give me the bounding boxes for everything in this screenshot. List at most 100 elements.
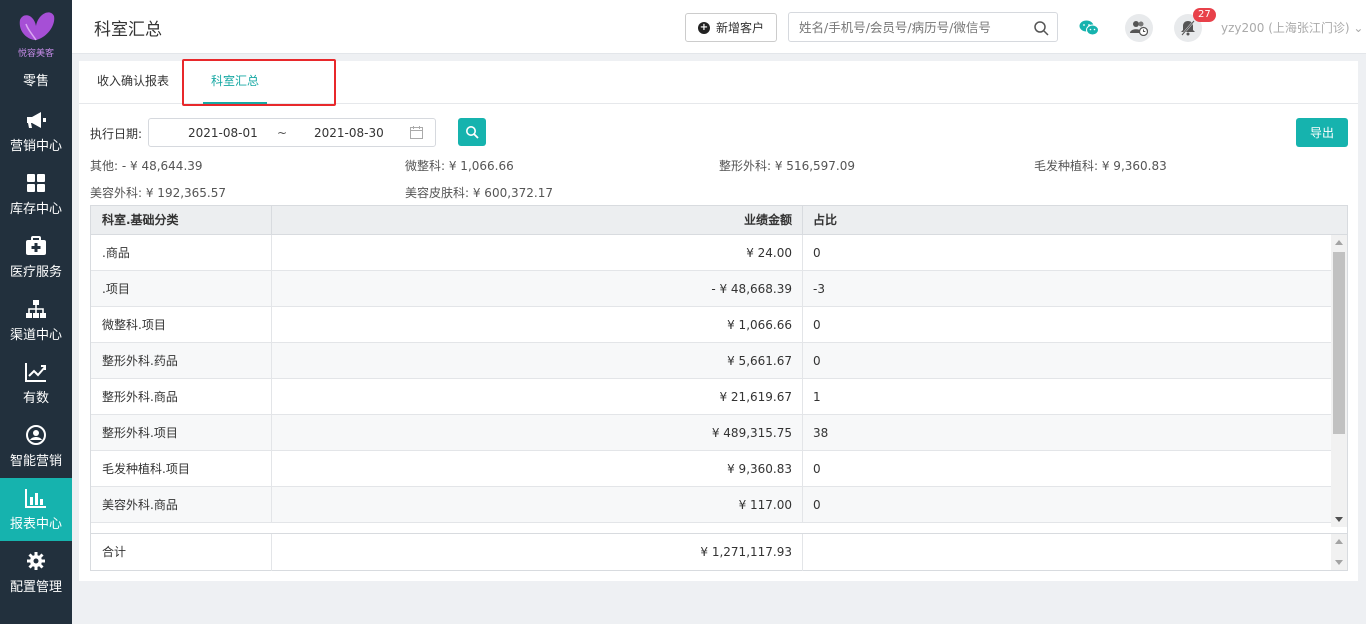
summary-other: 其他: - ¥ 48,644.39 — [90, 159, 203, 173]
summary-plastic: 整形外科: ¥ 516,597.09 — [719, 159, 856, 173]
cell-category: 毛发种植科.项目 — [102, 462, 190, 476]
end-date[interactable]: 2021-08-30 — [314, 126, 384, 140]
start-date[interactable]: 2021-08-01 — [188, 126, 258, 140]
sidebar: 悦容美客 零售 营销中心 库存中心 医疗服务 渠道中心 有数 智能营销 报表中心… — [0, 0, 72, 624]
sidebar-item-smart-marketing[interactable]: 智能营销 — [0, 415, 72, 478]
tab-bar: 收入确认报表 科室汇总 — [79, 59, 1358, 106]
table-body: .商品 ¥ 24.00 0 .项目 - ¥ 48,668.39 -3 微整科.项… — [91, 235, 1333, 527]
cell-ratio: 0 — [802, 451, 821, 487]
total-ratio — [802, 534, 813, 571]
sidebar-item-data[interactable]: 有数 — [0, 352, 72, 415]
cell-ratio: 38 — [802, 415, 828, 451]
date-filter-label: 执行日期: — [90, 127, 143, 141]
users-clock-icon[interactable] — [1125, 14, 1153, 42]
export-button[interactable]: 导出 — [1296, 118, 1348, 147]
cell-ratio: 0 — [802, 235, 821, 271]
table-row: 整形外科.商品 ¥ 21,619.67 1 — [91, 379, 1333, 415]
sidebar-item-settings[interactable]: 配置管理 — [0, 541, 72, 604]
scroll-up-arrow-icon[interactable] — [1335, 539, 1343, 544]
chevron-down-icon: ⌄ — [1353, 21, 1364, 35]
search-button[interactable] — [458, 118, 486, 146]
cell-amount: - ¥ 48,668.39 — [271, 271, 802, 307]
tab-department-summary[interactable]: 科室汇总 — [203, 61, 267, 104]
summary-hair: 毛发种植科: ¥ 9,360.83 — [1034, 159, 1167, 173]
calendar-icon — [410, 126, 423, 139]
date-separator: ~ — [277, 126, 288, 140]
smart-marketing-icon — [25, 424, 47, 446]
cell-amount: ¥ 9,360.83 — [271, 451, 802, 487]
summary-dermatology: 美容皮肤科: ¥ 600,372.17 — [405, 186, 554, 200]
column-amount[interactable]: 业绩金额 — [271, 206, 802, 235]
cell-ratio: 1 — [802, 379, 821, 415]
cell-category: 微整科.项目 — [102, 318, 166, 332]
cell-category: 整形外科.药品 — [102, 354, 178, 368]
sidebar-item-channel[interactable]: 渠道中心 — [0, 289, 72, 352]
cell-amount: ¥ 5,661.67 — [271, 343, 802, 379]
search-icon — [466, 126, 479, 139]
date-range-picker[interactable]: 2021-08-01 ~ 2021-08-30 — [148, 118, 436, 147]
sidebar-item-label: 智能营销 — [9, 454, 62, 469]
summary-micro: 微整科: ¥ 1,066.66 — [405, 159, 514, 173]
cell-ratio: -3 — [802, 271, 825, 307]
sidebar-item-reports[interactable]: 报表中心 — [0, 478, 72, 541]
search-box — [788, 12, 1058, 42]
cell-category: .项目 — [102, 282, 130, 296]
sidebar-item-medical[interactable]: 医疗服务 — [0, 226, 72, 289]
cell-category: .商品 — [102, 246, 130, 260]
sidebar-item-inventory[interactable]: 库存中心 — [0, 163, 72, 226]
scroll-down-arrow-icon[interactable] — [1335, 517, 1343, 522]
cell-amount: ¥ 117.00 — [271, 487, 802, 523]
cell-amount: ¥ 24.00 — [271, 235, 802, 271]
page-title: 科室汇总 — [94, 20, 162, 40]
sidebar-item-label: 有数 — [22, 391, 49, 406]
table-header: 科室.基础分类 业绩金额 占比 — [91, 206, 1347, 235]
table-footer: 合计 ¥ 1,271,117.93 — [91, 533, 1347, 571]
tab-income-report[interactable]: 收入确认报表 — [97, 61, 169, 104]
cell-amount: ¥ 21,619.67 — [271, 379, 802, 415]
logo-text: 悦容美客 — [17, 49, 54, 59]
total-amount: ¥ 1,271,117.93 — [271, 534, 802, 571]
table-row: .商品 ¥ 24.00 0 — [91, 235, 1333, 271]
user-menu[interactable]: yzy200 (上海张江门诊) ⌄ — [1221, 19, 1363, 36]
line-chart-icon — [25, 361, 47, 383]
top-header: 科室汇总 + 新增客户 27 yzy200 (上海张江门诊) ⌄ — [72, 0, 1366, 54]
sidebar-item-label: 配置管理 — [9, 580, 62, 595]
wechat-icon[interactable] — [1075, 14, 1103, 42]
sidebar-item-marketing[interactable]: 营销中心 — [0, 100, 72, 163]
scrollbar-thumb[interactable] — [1333, 252, 1345, 434]
search-input[interactable] — [789, 13, 1019, 41]
sidebar-item-label: 营销中心 — [9, 139, 62, 154]
cell-amount: ¥ 489,315.75 — [271, 415, 802, 451]
sidebar-item-label: 报表中心 — [9, 517, 62, 532]
logo: 悦容美客 — [0, 0, 72, 62]
notification-badge: 27 — [1193, 8, 1216, 22]
table-row: 毛发种植科.项目 ¥ 9,360.83 0 — [91, 451, 1333, 487]
sidebar-item-label: 医疗服务 — [9, 265, 62, 280]
main-card: 收入确认报表 科室汇总 执行日期: 2021-08-01 ~ 2021-08-3… — [79, 59, 1358, 581]
table-scrollbar[interactable] — [1331, 235, 1347, 527]
grid-icon — [25, 172, 47, 194]
table-row: 微整科.项目 ¥ 1,066.66 0 — [91, 307, 1333, 343]
new-customer-button[interactable]: + 新增客户 — [685, 13, 777, 42]
cell-amount: ¥ 1,066.66 — [271, 307, 802, 343]
table-row: 整形外科.药品 ¥ 5,661.67 0 — [91, 343, 1333, 379]
cell-category: 整形外科.商品 — [102, 390, 178, 404]
plus-circle-icon: + — [697, 21, 710, 34]
org-chart-icon — [25, 298, 47, 320]
column-category[interactable]: 科室.基础分类 — [102, 206, 179, 235]
search-icon[interactable] — [1033, 20, 1049, 36]
scroll-up-arrow-icon[interactable] — [1335, 240, 1343, 245]
cell-category: 整形外科.项目 — [102, 426, 178, 440]
footer-scrollbar[interactable] — [1331, 534, 1347, 570]
sidebar-item-label: 零售 — [22, 74, 49, 89]
summary-cosmetic-surgery: 美容外科: ¥ 192,365.57 — [90, 186, 227, 200]
cell-ratio: 0 — [802, 487, 821, 523]
megaphone-icon — [25, 109, 47, 131]
table-row: 整形外科.项目 ¥ 489,315.75 38 — [91, 415, 1333, 451]
column-ratio[interactable]: 占比 — [802, 206, 1333, 235]
cell-category: 美容外科.商品 — [102, 498, 178, 512]
sidebar-item-label: 渠道中心 — [9, 328, 62, 343]
scroll-down-arrow-icon[interactable] — [1335, 560, 1343, 565]
sidebar-item-retail[interactable]: 零售 — [0, 62, 72, 100]
gear-icon — [25, 550, 47, 572]
